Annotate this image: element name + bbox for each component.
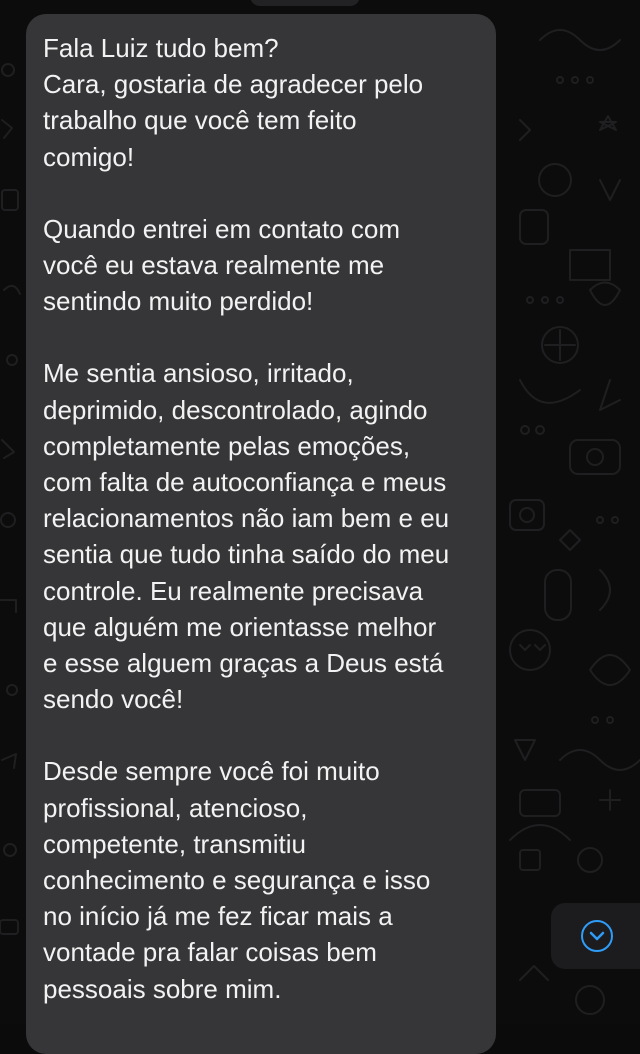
message-paragraph: Fala Luiz tudo bem? Cara, gostaria de ag… [43,33,424,172]
scroll-to-bottom-button[interactable] [551,903,640,969]
message-paragraph: Me sentia ansioso, irritado, deprimido, … [43,358,450,715]
message-bubble[interactable]: Fala Luiz tudo bem? Cara, gostaria de ag… [26,14,496,1054]
message-paragraph: Desde sempre você foi muito profissional… [43,756,431,1004]
message-paragraph: Quando entrei em contato com você eu est… [43,213,400,317]
previous-message-bubble-edge [250,0,360,6]
chevron-down-icon [581,920,613,952]
